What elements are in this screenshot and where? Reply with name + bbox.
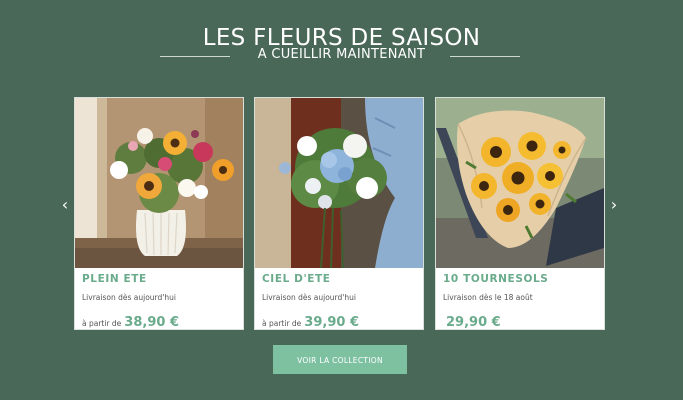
section-subtitle: A CUEILLIR MAINTENANT xyxy=(257,47,426,62)
price-prefix: à partir de xyxy=(262,319,302,328)
delivery-info: Livraison dès aujourd'hui xyxy=(82,293,176,302)
product-card-plein-ete[interactable]: PLEIN ETE Livraison dès aujourd'hui à pa… xyxy=(74,97,244,330)
product-price: 39,90 € xyxy=(304,315,359,330)
price-line: à partir de 38,90 € xyxy=(82,311,179,330)
product-photo-bouquet[interactable] xyxy=(75,98,243,268)
price-prefix: à partir de xyxy=(82,319,122,328)
product-price: 38,90 € xyxy=(124,315,179,330)
chevron-left-icon[interactable]: ‹ xyxy=(58,196,72,214)
delivery-info: Livraison dès le 18 août xyxy=(443,293,533,302)
price-line: à partir de 39,90 € xyxy=(262,311,359,330)
product-card-ciel-dete[interactable]: CIEL D'ETE Livraison dès aujourd'hui à p… xyxy=(254,97,424,330)
subtitle-divider-right xyxy=(450,56,520,57)
product-card-10-tournesols[interactable]: 10 TOURNESOLS Livraison dès le 18 août 2… xyxy=(435,97,605,330)
product-name[interactable]: PLEIN ETE xyxy=(82,273,147,285)
product-photo-bouquet[interactable] xyxy=(436,98,604,268)
section-subtitle-row: A CUEILLIR MAINTENANT xyxy=(0,47,683,67)
delivery-info: Livraison dès aujourd'hui xyxy=(262,293,356,302)
view-collection-button[interactable]: VOIR LA COLLECTION xyxy=(273,345,407,374)
product-name[interactable]: CIEL D'ETE xyxy=(262,273,331,285)
product-name[interactable]: 10 TOURNESOLS xyxy=(443,273,548,285)
chevron-right-icon[interactable]: › xyxy=(607,196,621,214)
product-photo-bouquet[interactable] xyxy=(255,98,423,268)
price-line: 29,90 € xyxy=(443,311,501,330)
product-price: 29,90 € xyxy=(446,315,501,330)
